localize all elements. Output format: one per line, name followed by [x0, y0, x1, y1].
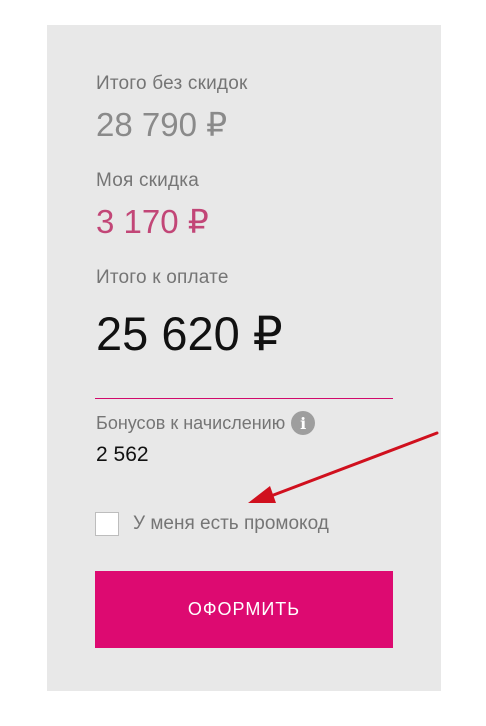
discount-value: 3 170 ₽ [96, 203, 209, 240]
bonus-row: Бонусов к начислению i [96, 411, 316, 435]
promo-code-label[interactable]: У меня есть промокод [133, 513, 329, 535]
bonus-label: Бонусов к начислению [96, 412, 286, 433]
divider [95, 398, 393, 399]
checkout-button[interactable]: ОФОРМИТЬ [95, 571, 393, 648]
promo-code-toggle[interactable]: У меня есть промокод [95, 512, 329, 536]
subtotal-label: Итого без скидок [96, 73, 248, 94]
total-label: Итого к оплате [96, 267, 229, 288]
promo-code-checkbox[interactable] [95, 512, 119, 536]
subtotal-value: 28 790 ₽ [96, 106, 228, 143]
total-value: 25 620 ₽ [96, 307, 283, 360]
bonus-value: 2 562 [96, 443, 149, 466]
info-icon[interactable]: i [291, 411, 316, 435]
order-summary-panel: Итого без скидок 28 790 ₽ Моя скидка 3 1… [47, 25, 441, 691]
discount-label: Моя скидка [96, 170, 199, 191]
